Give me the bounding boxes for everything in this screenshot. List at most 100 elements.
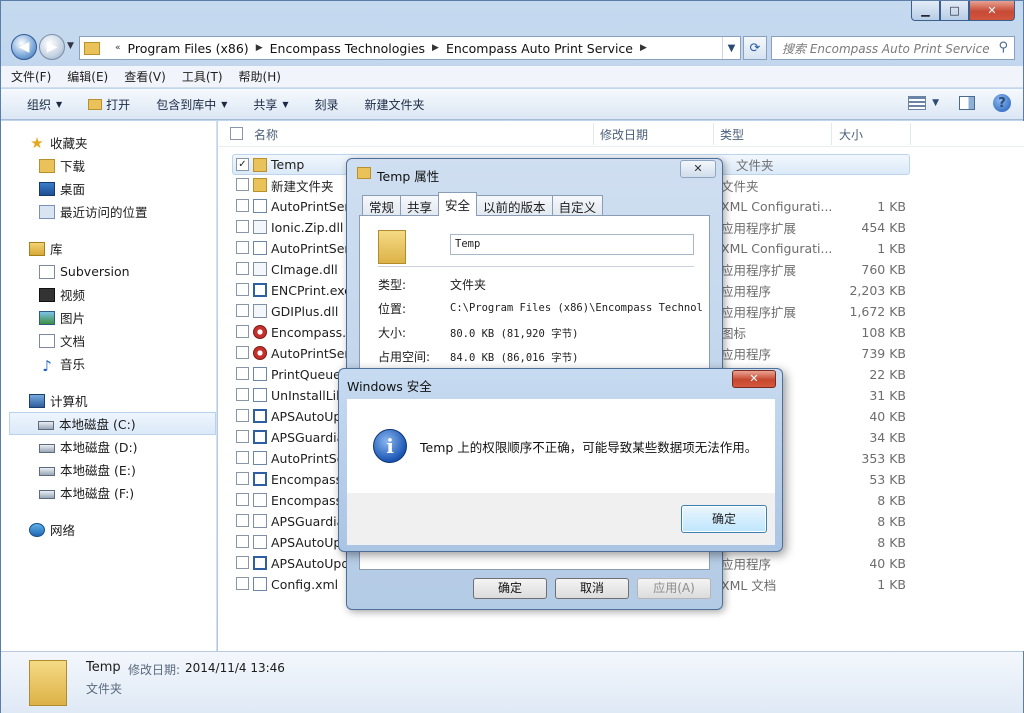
properties-ok-button[interactable]: 确定 bbox=[473, 578, 547, 599]
row-checkbox[interactable] bbox=[236, 367, 249, 380]
burn-button[interactable]: 刻录 bbox=[315, 96, 339, 113]
nav-drive-c[interactable]: 本地磁盘 (C:) bbox=[9, 412, 216, 435]
chevron-left-icon[interactable]: « bbox=[115, 43, 121, 53]
close-button[interactable]: ✕ bbox=[969, 1, 1015, 21]
tab-security[interactable]: 安全 bbox=[438, 192, 478, 216]
properties-close-button[interactable]: ✕ bbox=[680, 160, 716, 178]
recent-pages-dropdown[interactable]: ▼ bbox=[67, 41, 74, 51]
properties-apply-button[interactable]: 应用(A) bbox=[637, 578, 711, 599]
new-folder-button[interactable]: 新建文件夹 bbox=[365, 96, 425, 113]
row-checkbox[interactable] bbox=[236, 430, 249, 443]
tab-customize[interactable]: 自定义 bbox=[551, 195, 604, 216]
chevron-right-icon[interactable]: ▶ bbox=[640, 43, 647, 53]
select-all-checkbox[interactable] bbox=[230, 127, 243, 140]
column-divider[interactable] bbox=[593, 123, 594, 145]
file-type: XML 文档 bbox=[721, 578, 777, 593]
back-button[interactable]: ◀ bbox=[11, 34, 37, 60]
open-button[interactable]: 打开 bbox=[88, 96, 130, 113]
menu-tools[interactable]: 工具(T) bbox=[182, 68, 223, 85]
row-checkbox[interactable] bbox=[236, 178, 249, 191]
nav-drive-d[interactable]: 本地磁盘 (D:) bbox=[1, 435, 216, 458]
menu-file[interactable]: 文件(F) bbox=[11, 68, 51, 85]
row-checkbox[interactable] bbox=[236, 346, 249, 359]
include-in-library-button[interactable]: 包含到库中 ▼ bbox=[156, 96, 227, 113]
nav-computer[interactable]: 计算机 bbox=[1, 389, 216, 412]
row-checkbox[interactable] bbox=[236, 304, 249, 317]
address-history-dropdown[interactable]: ▼ bbox=[722, 37, 740, 59]
security-dialog-ok-button[interactable]: 确定 bbox=[681, 505, 767, 533]
nav-pictures[interactable]: 图片 bbox=[1, 306, 216, 329]
row-checkbox[interactable] bbox=[236, 283, 249, 296]
help-icon[interactable]: ? bbox=[993, 94, 1011, 112]
nav-videos[interactable]: 视频 bbox=[1, 283, 216, 306]
file-size: 1,672 KB bbox=[849, 304, 906, 319]
preview-pane-icon[interactable] bbox=[959, 96, 975, 110]
menu-help[interactable]: 帮助(H) bbox=[239, 68, 281, 85]
column-divider[interactable] bbox=[713, 123, 714, 145]
row-checkbox[interactable] bbox=[236, 556, 249, 569]
location-value: C:\Program Files (x86)\Encompass Technol… bbox=[450, 302, 702, 314]
row-checkbox[interactable] bbox=[236, 241, 249, 254]
refresh-icon: ⟳ bbox=[749, 40, 761, 56]
title-bar[interactable]: ▁ □ ✕ bbox=[1, 1, 1023, 31]
refresh-button[interactable]: ⟳ bbox=[743, 36, 767, 60]
column-divider[interactable] bbox=[831, 123, 832, 145]
share-button[interactable]: 共享 ▼ bbox=[253, 96, 288, 113]
column-size[interactable]: 大小 bbox=[839, 126, 863, 143]
row-checkbox[interactable] bbox=[236, 199, 249, 212]
folder-name-field[interactable]: Temp bbox=[450, 234, 694, 255]
breadcrumb-auto-print-service[interactable]: Encompass Auto Print Service bbox=[446, 41, 633, 56]
nav-desktop[interactable]: 桌面 bbox=[1, 177, 216, 200]
tab-general[interactable]: 常规 bbox=[362, 195, 402, 216]
row-checkbox[interactable] bbox=[236, 493, 249, 506]
row-checkbox[interactable] bbox=[236, 472, 249, 485]
nav-network[interactable]: 网络 bbox=[1, 518, 216, 541]
nav-music[interactable]: ♪ 音乐 bbox=[1, 352, 216, 375]
views-icon[interactable] bbox=[908, 96, 927, 110]
security-dialog-close-button[interactable]: ✕ bbox=[732, 370, 776, 388]
row-checkbox[interactable] bbox=[236, 577, 249, 590]
minimize-button[interactable]: ▁ bbox=[911, 1, 940, 21]
row-checkbox[interactable] bbox=[236, 535, 249, 548]
address-bar[interactable]: « Program Files (x86) ▶ Encompass Techno… bbox=[79, 36, 741, 60]
forward-button[interactable]: ▶ bbox=[39, 34, 65, 60]
nav-libraries[interactable]: 库 bbox=[1, 237, 216, 260]
chevron-right-icon[interactable]: ▶ bbox=[432, 43, 439, 53]
file-size: 8 KB bbox=[877, 493, 906, 508]
column-date[interactable]: 修改日期 bbox=[600, 126, 648, 143]
properties-cancel-button[interactable]: 取消 bbox=[555, 578, 629, 599]
row-checkbox[interactable]: ✓ bbox=[236, 158, 249, 171]
search-input[interactable]: 搜索 Encompass Auto Print Service ⚲ bbox=[771, 36, 1015, 60]
column-type[interactable]: 类型 bbox=[720, 126, 744, 143]
breadcrumb-program-files[interactable]: Program Files (x86) bbox=[128, 41, 249, 56]
search-icon[interactable]: ⚲ bbox=[998, 40, 1008, 55]
row-checkbox[interactable] bbox=[236, 409, 249, 422]
row-checkbox[interactable] bbox=[236, 388, 249, 401]
row-checkbox[interactable] bbox=[236, 262, 249, 275]
file-name: AutoPrintSe bbox=[271, 451, 345, 466]
menu-view[interactable]: 查看(V) bbox=[124, 68, 166, 85]
tab-sharing[interactable]: 共享 bbox=[400, 195, 440, 216]
nav-drive-e[interactable]: 本地磁盘 (E:) bbox=[1, 458, 216, 481]
nav-documents[interactable]: 文档 bbox=[1, 329, 216, 352]
nav-downloads[interactable]: 下载 bbox=[1, 154, 216, 177]
nav-recent-places[interactable]: 最近访问的位置 bbox=[1, 200, 216, 223]
row-checkbox[interactable] bbox=[236, 325, 249, 338]
file-name: Config.xml bbox=[271, 577, 339, 592]
nav-favorites[interactable]: ★ 收藏夹 bbox=[1, 131, 216, 154]
maximize-button[interactable]: □ bbox=[940, 1, 969, 21]
tab-previous-versions[interactable]: 以前的版本 bbox=[476, 195, 553, 216]
menu-edit[interactable]: 编辑(E) bbox=[67, 68, 108, 85]
chevron-down-icon[interactable]: ▼ bbox=[932, 98, 939, 108]
breadcrumb-encompass-technologies[interactable]: Encompass Technologies bbox=[270, 41, 425, 56]
file-type: 文件夹 bbox=[736, 158, 774, 173]
row-checkbox[interactable] bbox=[236, 451, 249, 464]
row-checkbox[interactable] bbox=[236, 220, 249, 233]
nav-subversion[interactable]: Subversion bbox=[1, 260, 216, 283]
column-name[interactable]: 名称 bbox=[254, 126, 278, 143]
organize-button[interactable]: 组织 ▼ bbox=[27, 96, 62, 113]
nav-drive-f[interactable]: 本地磁盘 (F:) bbox=[1, 481, 216, 504]
chevron-right-icon[interactable]: ▶ bbox=[256, 43, 263, 53]
column-divider[interactable] bbox=[910, 123, 911, 145]
row-checkbox[interactable] bbox=[236, 514, 249, 527]
